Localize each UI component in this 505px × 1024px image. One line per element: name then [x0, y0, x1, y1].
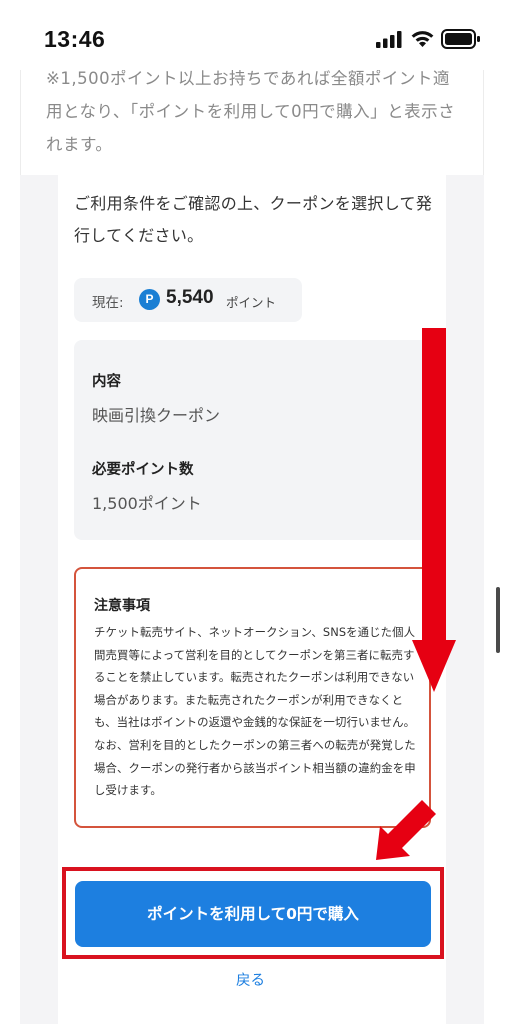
- status-time: 13:46: [44, 26, 106, 52]
- notice-title: 注意事項: [94, 598, 150, 614]
- cellular-signal-icon: [376, 31, 402, 48]
- current-points-unit: ポイント: [226, 295, 277, 310]
- required-points-value: 1,500ポイント: [92, 494, 202, 513]
- intro-text: ご利用条件をご確認の上、クーポンを選択して発行してください。: [74, 194, 433, 245]
- battery-icon: [441, 29, 480, 49]
- card-margin-left: [20, 175, 58, 1024]
- wifi-icon: [411, 31, 434, 47]
- notice-body: チケット転売サイト、ネットオークション、SNSを通じた個人間売買等によって営利を…: [94, 625, 416, 798]
- coupon-details: 内容 映画引換クーポン 必要ポイント数 1,500ポイント: [74, 340, 432, 540]
- arrow-diagonal-icon: [376, 800, 436, 860]
- notice-box: 注意事項 チケット転売サイト、ネットオークション、SNSを通じた個人間売買等によ…: [74, 567, 431, 828]
- points-icon: P: [139, 289, 160, 310]
- required-points-heading: 必要ポイント数: [92, 462, 194, 478]
- status-bar: 13:46: [0, 0, 505, 70]
- points-usage-note: ※1,500ポイント以上お持ちであれば全額ポイント適用となり、「ポイントを利用し…: [46, 69, 456, 154]
- content-heading: 内容: [92, 374, 121, 390]
- current-points: 現在: P 5,540 ポイント: [74, 278, 302, 322]
- arrow-down-icon: [412, 328, 456, 692]
- buy-with-points-button[interactable]: ポイントを利用して0円で購入: [75, 881, 431, 947]
- current-points-value: 5,540: [166, 287, 214, 308]
- back-link[interactable]: 戻る: [236, 969, 265, 990]
- scrollbar[interactable]: [496, 587, 500, 653]
- current-points-label: 現在:: [92, 295, 124, 311]
- content-value: 映画引換クーポン: [92, 406, 221, 425]
